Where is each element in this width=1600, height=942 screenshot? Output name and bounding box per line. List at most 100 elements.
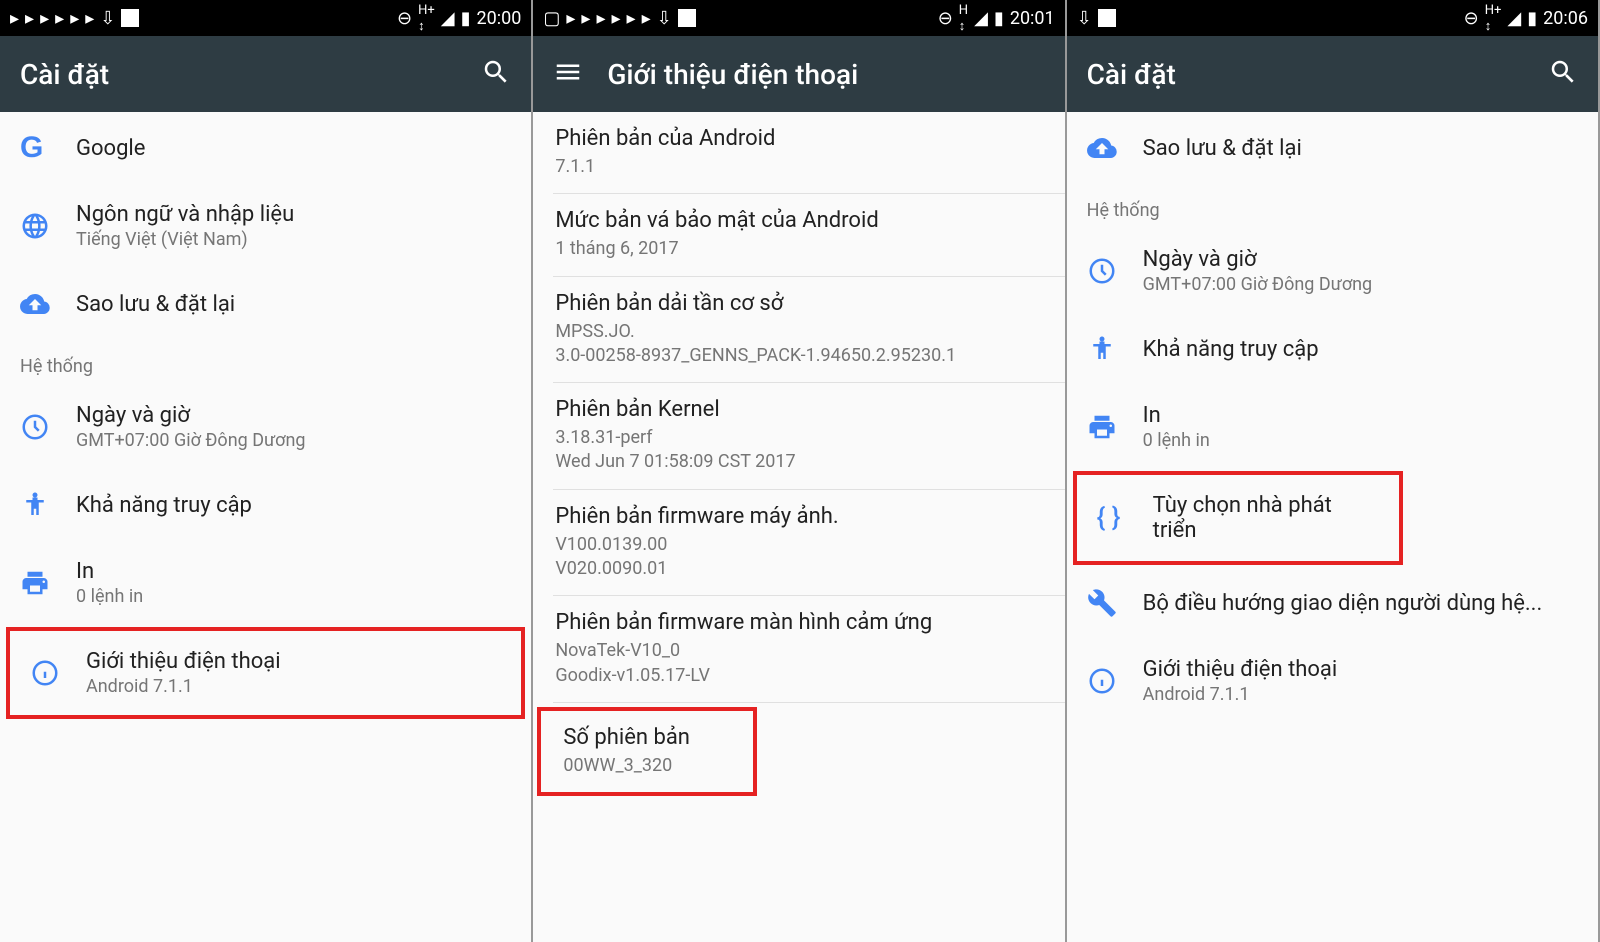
print-icon [20,568,50,598]
clock-text: 20:01 [1010,8,1055,29]
item-label: Phiên bản dải tần cơ sở [555,291,1042,316]
item-label: In [1143,403,1578,428]
settings-item-backup[interactable]: Sao lưu & đặt lại [0,268,531,340]
signal-icon: ◢ [974,8,988,29]
screen-about-phone: ▢ ▸ ▸ ▸ ▸ ▸ ▸ ⇩ ⊖ H↕ ◢ ▮ 20:01 Giới thiệ… [533,0,1066,942]
settings-item-language[interactable]: Ngôn ngữ và nhập liệu Tiếng Việt (Việt N… [0,184,531,268]
item-label: Số phiên bản [563,725,731,750]
status-bar: ▸ ▸ ▸ ▸ ▸ ▸ ⇩ ⊖ H+↕ ◢ ▮ 20:00 [0,0,531,36]
settings-item-printing[interactable]: In 0 lệnh in [0,541,531,625]
settings-item-about-phone[interactable]: Giới thiệu điện thoại Android 7.1.1 [6,627,525,719]
app-bar: Cài đặt [0,36,531,112]
item-sublabel: 7.1.1 [555,155,1042,179]
item-sublabel: 0 lệnh in [1143,430,1578,451]
signal-icon: ◢ [1507,8,1521,29]
item-label: Sao lưu & đặt lại [1143,136,1578,161]
network-type-icon: H+↕ [1485,3,1502,34]
settings-item-datetime[interactable]: Ngày và giờ GMT+07:00 Giờ Đông Dương [0,385,531,469]
page-title: Cài đặt [20,58,457,91]
about-build-number[interactable]: Số phiên bản 00WW_3_320 [537,707,757,796]
settings-item-ui-tuner[interactable]: Bộ điều hướng giao diện người dùng hệ... [1067,567,1598,639]
item-label: Tùy chọn nhà phát triển [1153,493,1379,543]
about-touch-firmware[interactable]: Phiên bản firmware màn hình cảm ứng Nova… [533,596,1064,702]
settings-item-google[interactable]: G Google [0,112,531,184]
settings-item-backup[interactable]: Sao lưu & đặt lại [1067,112,1598,184]
network-type-icon: H↕ [959,3,968,34]
about-android-version[interactable]: Phiên bản của Android 7.1.1 [533,112,1064,193]
settings-list[interactable]: G Google Ngôn ngữ và nhập liệu Tiếng Việ… [0,112,531,942]
youtube-icon: ▸ [566,8,575,29]
menu-icon[interactable] [553,57,583,91]
youtube-icon: ▸ [40,8,49,29]
about-security-patch[interactable]: Mức bản vá bảo mật của Android 1 tháng 6… [533,194,1064,275]
about-camera-firmware[interactable]: Phiên bản firmware máy ảnh. V100.0139.00… [533,490,1064,596]
wrench-icon [1087,588,1117,618]
clock-icon [1087,256,1117,286]
settings-item-accessibility[interactable]: Khả năng truy cập [0,469,531,541]
dnd-icon: ⊖ [1464,8,1479,29]
item-sublabel: 3.18.31-perf Wed Jun 7 01:58:09 CST 2017 [555,426,1042,475]
status-right: ⊖ H+↕ ◢ ▮ 20:00 [397,3,521,34]
app-icon [121,9,139,27]
status-left: ▸ ▸ ▸ ▸ ▸ ▸ ⇩ [10,8,139,29]
status-left: ⇩ [1077,8,1116,29]
info-icon [1087,666,1117,696]
status-bar: ⇩ ⊖ H+↕ ◢ ▮ 20:06 [1067,0,1598,36]
clock-text: 20:00 [477,8,522,29]
search-icon[interactable] [1548,57,1578,91]
youtube-icon: ▸ [85,8,94,29]
item-label: Ngày và giờ [76,403,511,428]
item-label: Khả năng truy cập [1143,337,1578,362]
dnd-icon: ⊖ [938,8,953,29]
item-sublabel: NovaTek-V10_0 Goodix-v1.05.17-LV [555,639,1042,688]
item-label: Khả năng truy cập [76,493,511,518]
item-label: Giới thiệu điện thoại [1143,657,1578,682]
about-list[interactable]: Phiên bản của Android 7.1.1 Mức bản vá b… [533,112,1064,942]
youtube-icon: ▸ [25,8,34,29]
network-type-icon: H+↕ [418,3,435,34]
cloud-upload-icon [1087,133,1117,163]
about-kernel[interactable]: Phiên bản Kernel 3.18.31-perf Wed Jun 7 … [533,383,1064,489]
item-sublabel: MPSS.JO. 3.0-00258-8937_GENNS_PACK-1.946… [555,320,1042,369]
app-bar: Giới thiệu điện thoại [533,36,1064,112]
youtube-icon: ▸ [10,8,19,29]
clock-text: 20:06 [1543,8,1588,29]
screen-settings-with-devoptions: ⇩ ⊖ H+↕ ◢ ▮ 20:06 Cài đặt Sao lưu & đặt … [1067,0,1600,942]
status-bar: ▢ ▸ ▸ ▸ ▸ ▸ ▸ ⇩ ⊖ H↕ ◢ ▮ 20:01 [533,0,1064,36]
page-title: Cài đặt [1087,58,1524,91]
item-label: Phiên bản của Android [555,126,1042,151]
item-label: Google [76,136,511,161]
download-icon: ⇩ [1077,8,1092,29]
item-sublabel: V100.0139.00 V020.0090.01 [555,533,1042,582]
youtube-icon: ▸ [55,8,64,29]
settings-list[interactable]: Sao lưu & đặt lại Hệ thống Ngày và giờ G… [1067,112,1598,942]
page-title: Giới thiệu điện thoại [607,58,1044,91]
accessibility-icon [20,490,50,520]
item-label: Sao lưu & đặt lại [76,292,511,317]
battery-icon: ▮ [994,8,1004,29]
settings-item-datetime[interactable]: Ngày và giờ GMT+07:00 Giờ Đông Dương [1067,229,1598,313]
google-icon: G [20,131,43,165]
accessibility-icon [1087,334,1117,364]
braces-icon: { } [1097,503,1121,533]
cloud-upload-icon [20,289,50,319]
youtube-icon: ▸ [70,8,79,29]
item-label: Bộ điều hướng giao diện người dùng hệ... [1143,591,1578,616]
youtube-icon: ▸ [596,8,605,29]
clock-icon [20,412,50,442]
item-label: Ngày và giờ [1143,247,1578,272]
subheader-system: Hệ thống [0,340,531,385]
info-icon [30,658,60,688]
settings-item-developer-options[interactable]: { } Tùy chọn nhà phát triển [1073,471,1403,565]
settings-item-printing[interactable]: In 0 lệnh in [1067,385,1598,469]
about-baseband[interactable]: Phiên bản dải tần cơ sở MPSS.JO. 3.0-002… [533,277,1064,383]
status-right: ⊖ H+↕ ◢ ▮ 20:06 [1464,3,1588,34]
divider [553,702,1064,703]
app-icon [1098,9,1116,27]
item-label: Phiên bản Kernel [555,397,1042,422]
settings-item-accessibility[interactable]: Khả năng truy cập [1067,313,1598,385]
search-icon[interactable] [481,57,511,91]
app-icon [678,9,696,27]
item-label: Phiên bản firmware màn hình cảm ứng [555,610,1042,635]
settings-item-about-phone[interactable]: Giới thiệu điện thoại Android 7.1.1 [1067,639,1598,723]
